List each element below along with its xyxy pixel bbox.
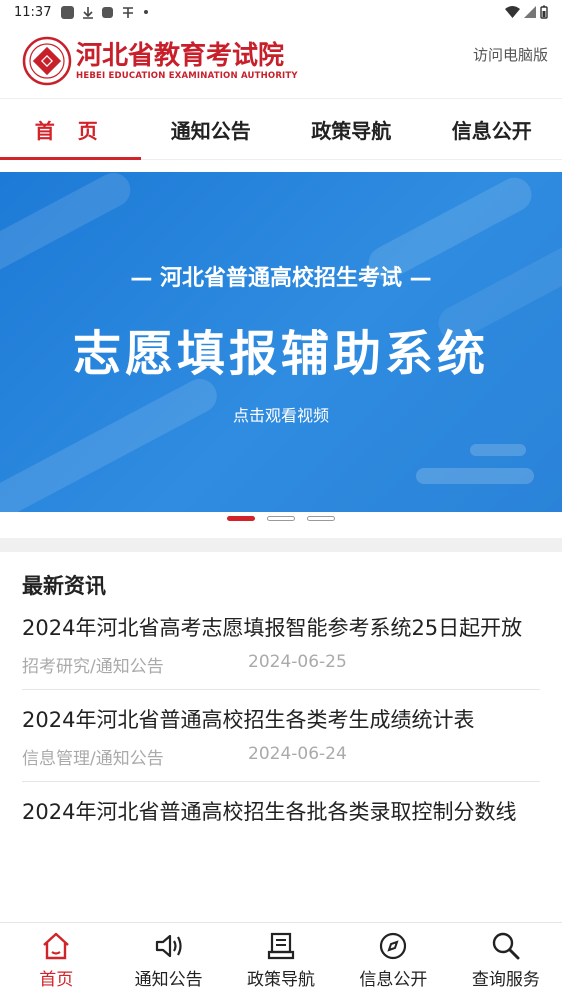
- news-item[interactable]: 2024年河北省普通高校招生各批各类录取控制分数线: [22, 794, 540, 842]
- tab-notices[interactable]: 通知公告: [141, 99, 282, 159]
- news-category: 招考研究/通知公告: [22, 657, 164, 677]
- news-item[interactable]: 2024年河北省高考志愿填报智能参考系统25日起开放 招考研究/通知公告 202…: [22, 610, 540, 690]
- bottom-nav-label: 查询服务: [471, 970, 540, 990]
- bottom-nav-label: 政策导航: [247, 970, 316, 990]
- top-nav-tabs: 首 页 通知公告 政策导航 信息公开: [0, 98, 562, 160]
- news-headline[interactable]: 2024年河北省普通高校招生各批各类录取控制分数线: [22, 794, 540, 830]
- carousel-dot[interactable]: [227, 515, 255, 521]
- banner-watch-video[interactable]: 点击观看视频: [0, 402, 562, 426]
- download-icon: [83, 6, 94, 19]
- bottom-nav-info[interactable]: 信息公开: [337, 923, 449, 999]
- bottom-nav-label: 信息公开: [359, 970, 428, 990]
- banner-decoration: [470, 444, 526, 456]
- app-glyph-icon: [123, 6, 134, 18]
- carousel-dot[interactable]: [307, 515, 335, 521]
- app-notification-icon: [61, 5, 75, 19]
- news-list: 2024年河北省高考志愿填报智能参考系统25日起开放 招考研究/通知公告 202…: [22, 610, 540, 854]
- status-bar: 11:37: [0, 0, 562, 24]
- news-headline[interactable]: 2024年河北省高考志愿填报智能参考系统25日起开放: [22, 610, 540, 646]
- bottom-nav-policy[interactable]: 政策导航: [225, 923, 337, 999]
- bottom-nav-notices[interactable]: 通知公告: [112, 923, 224, 999]
- banner-decoration: [416, 468, 534, 484]
- banner-carousel[interactable]: — 河北省普通高校招生考试 — 志愿填报辅助系统 点击观看视频: [0, 172, 562, 512]
- news-category: 信息管理/通知公告: [22, 749, 164, 769]
- bottom-nav-query[interactable]: 查询服务: [450, 923, 562, 999]
- battery-icon: [540, 5, 548, 19]
- home-icon: [39, 929, 73, 963]
- speaker-icon: [152, 929, 186, 963]
- app-a-icon: [102, 6, 114, 18]
- status-time: 11:37: [14, 4, 52, 20]
- news-item[interactable]: 2024年河北省普通高校招生各类考生成绩统计表 信息管理/通知公告 2024-0…: [22, 702, 540, 782]
- news-section-title: 最新资讯: [22, 574, 106, 598]
- carousel-dot[interactable]: [267, 515, 295, 521]
- bottom-nav-label: 首页: [39, 970, 74, 990]
- search-icon: [489, 929, 523, 963]
- bottom-nav-home[interactable]: 首页: [0, 923, 112, 999]
- section-divider: [0, 538, 562, 552]
- document-icon: [264, 929, 298, 963]
- signal-icon: [524, 6, 536, 18]
- news-headline[interactable]: 2024年河北省普通高校招生各类考生成绩统计表: [22, 702, 540, 738]
- banner-title: 志愿填报辅助系统: [72, 326, 489, 382]
- logo[interactable]: 河北省教育考试院 HEBEI EDUCATION EXAMINATION AUT…: [22, 36, 298, 86]
- emblem-icon: [22, 36, 72, 86]
- wifi-icon: [505, 6, 520, 18]
- pc-version-link[interactable]: 访问电脑版: [473, 44, 548, 65]
- site-subtitle: HEBEI EDUCATION EXAMINATION AUTHORITY: [76, 70, 298, 81]
- bottom-nav: 首页 通知公告 政策导航 信息公开 查询服务: [0, 922, 562, 999]
- banner-subtitle: — 河北省普通高校招生考试 —: [130, 266, 432, 291]
- news-date: 2024-06-25: [248, 652, 347, 672]
- tab-home[interactable]: 首 页: [0, 99, 141, 160]
- banner-decoration: [0, 372, 223, 512]
- bottom-nav-label: 通知公告: [134, 970, 203, 990]
- dot-icon: [144, 10, 149, 14]
- compass-icon: [376, 929, 410, 963]
- site-title: 河北省教育考试院: [76, 40, 285, 71]
- news-date: 2024-06-24: [248, 744, 347, 764]
- app-header: 河北省教育考试院 HEBEI EDUCATION EXAMINATION AUT…: [0, 24, 562, 98]
- tab-info-disclosure[interactable]: 信息公开: [422, 99, 562, 159]
- carousel-indicators: [0, 512, 562, 524]
- tab-policy[interactable]: 政策导航: [281, 99, 422, 159]
